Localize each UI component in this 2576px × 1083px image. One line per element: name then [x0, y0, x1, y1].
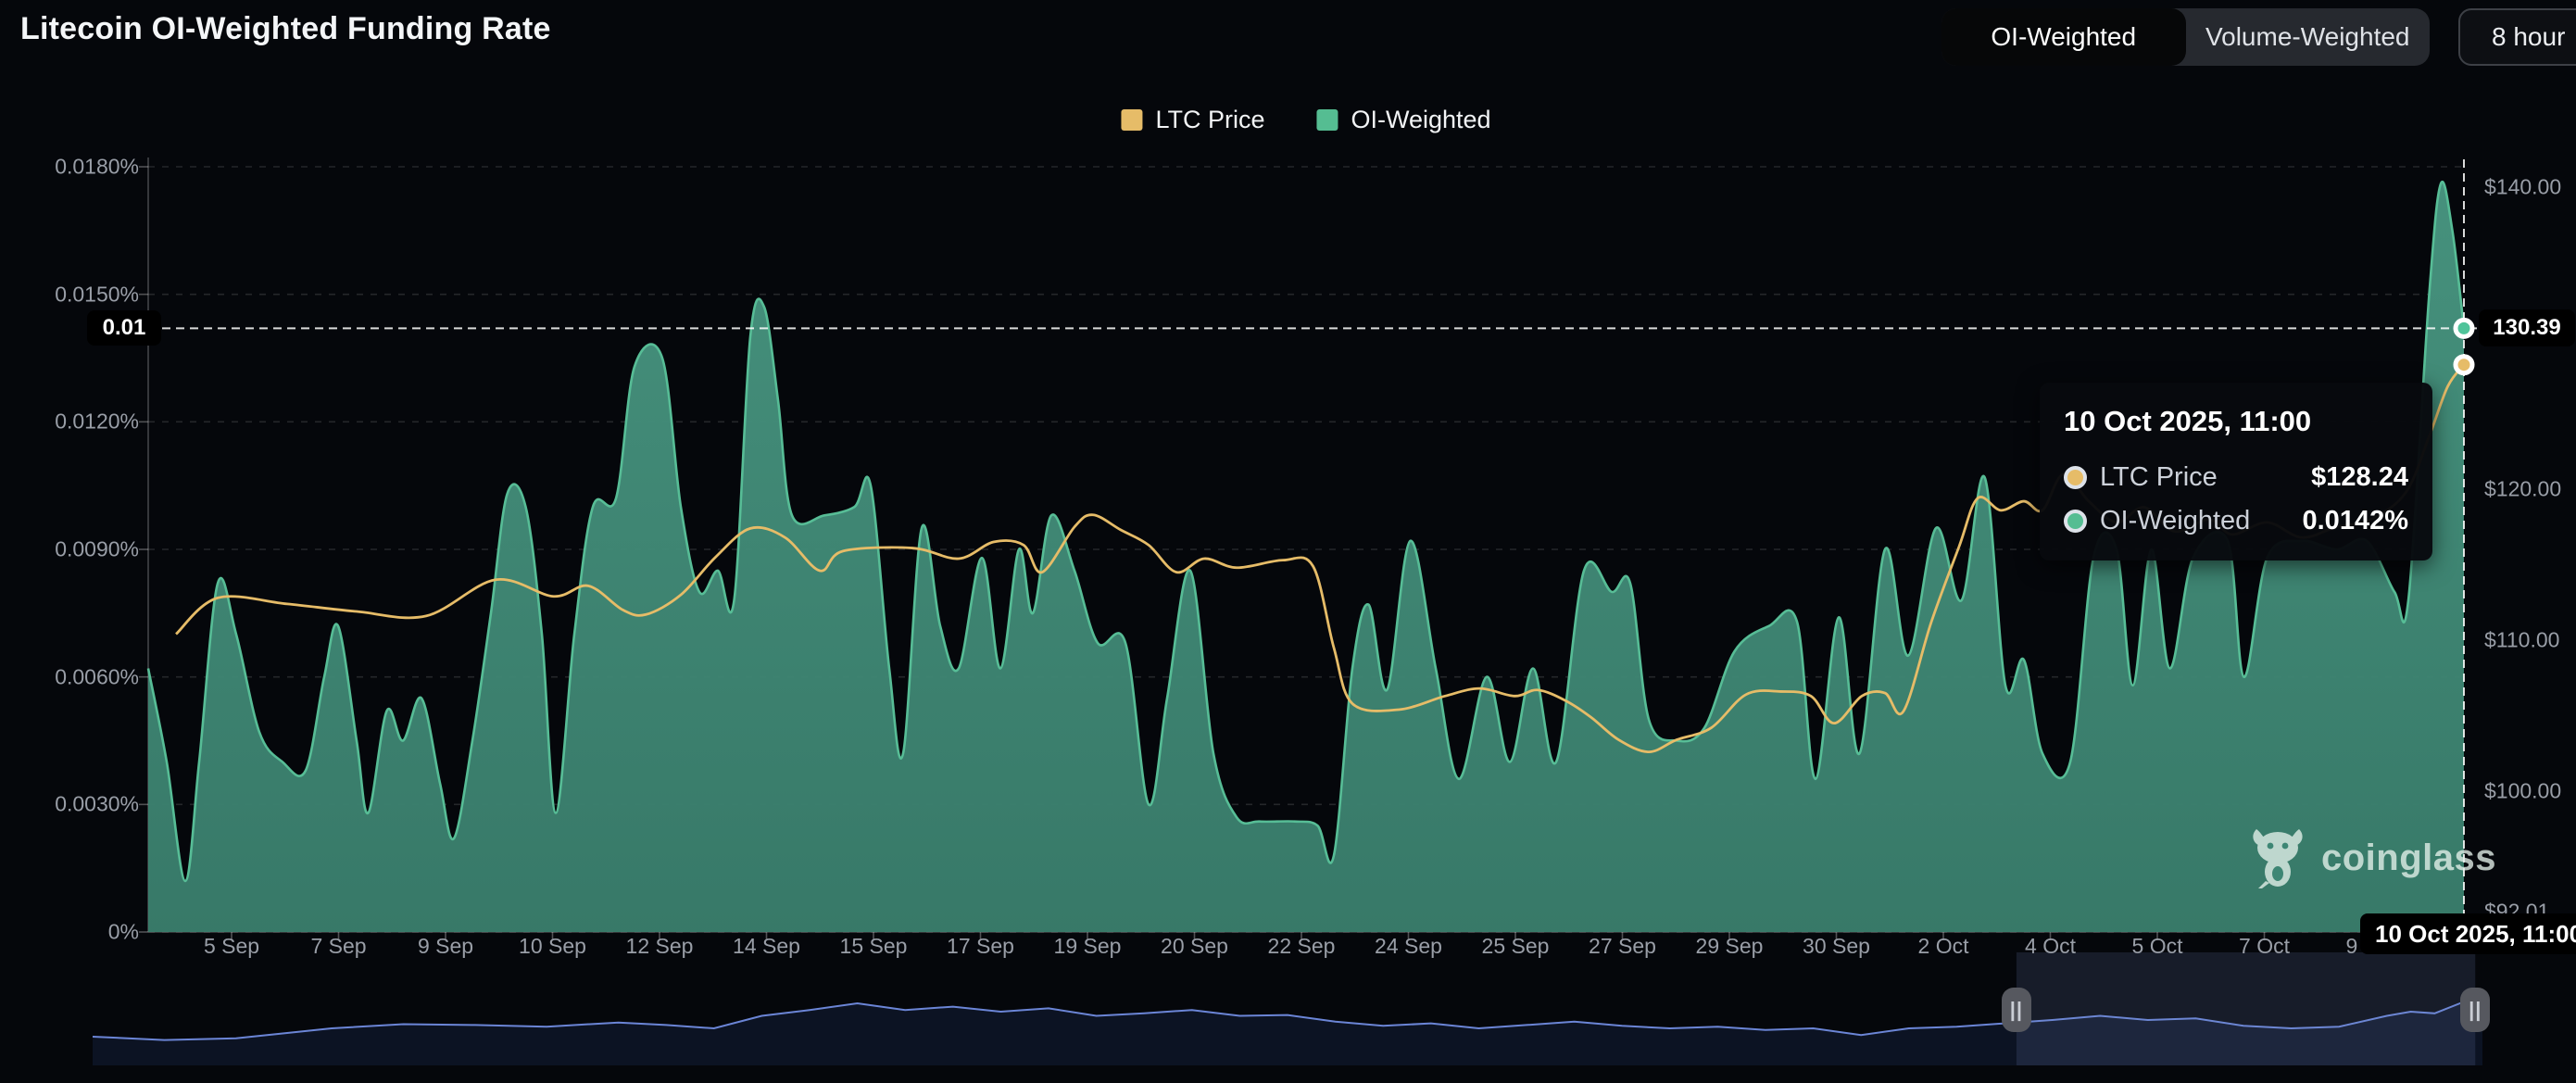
- current-funding-pill: 0.01: [87, 310, 161, 346]
- tooltip-label: OI-Weighted: [2100, 506, 2250, 536]
- tooltip-date: 10 Oct 2025, 11:00: [2064, 405, 2408, 438]
- brush-handle-left[interactable]: ||: [2002, 988, 2031, 1032]
- tooltip-row-oi-weighted: OI-Weighted 0.0142%: [2064, 506, 2408, 536]
- tooltip-label: LTC Price: [2100, 462, 2218, 493]
- tooltip-value: 0.0142%: [2303, 506, 2409, 536]
- coinglass-watermark: coinglass: [2249, 827, 2496, 888]
- y-axis-tick-left: 0.0060%: [9, 664, 139, 689]
- funding-rate-page: Litecoin OI-Weighted Funding Rate OI-Wei…: [0, 0, 2576, 1083]
- y-axis-tick-left: 0%: [9, 920, 139, 945]
- tooltip-row-ltc-price: LTC Price $128.24: [2064, 462, 2408, 493]
- y-axis-tick-right: $110.00: [2484, 628, 2559, 653]
- y-axis-tick-left: 0.0030%: [9, 792, 139, 817]
- current-price-pill: 130.39: [2479, 309, 2575, 346]
- y-axis-tick-left: 0.0180%: [9, 155, 139, 180]
- coinglass-bull-icon: [2249, 827, 2306, 888]
- y-axis-tick-right: $100.00: [2484, 779, 2561, 804]
- brush-handle-right[interactable]: ||: [2460, 988, 2490, 1032]
- ltc-price-dot-icon: [2064, 466, 2087, 489]
- oi-weighted-dot-icon: [2064, 510, 2087, 533]
- y-axis-tick-right: $140.00: [2484, 175, 2561, 200]
- current-date-pill: 10 Oct 2025, 11:00: [2360, 913, 2576, 954]
- tooltip-value: $128.24: [2311, 462, 2408, 493]
- watermark-text: coinglass: [2321, 837, 2496, 879]
- chart-tooltip: 10 Oct 2025, 11:00 LTC Price $128.24 OI-…: [2040, 383, 2432, 560]
- y-axis-tick-right: $120.00: [2484, 477, 2561, 502]
- y-axis-tick-left: 0.0150%: [9, 282, 139, 307]
- y-axis-tick-left: 0.0120%: [9, 409, 139, 434]
- y-axis-tick-left: 0.0090%: [9, 537, 139, 562]
